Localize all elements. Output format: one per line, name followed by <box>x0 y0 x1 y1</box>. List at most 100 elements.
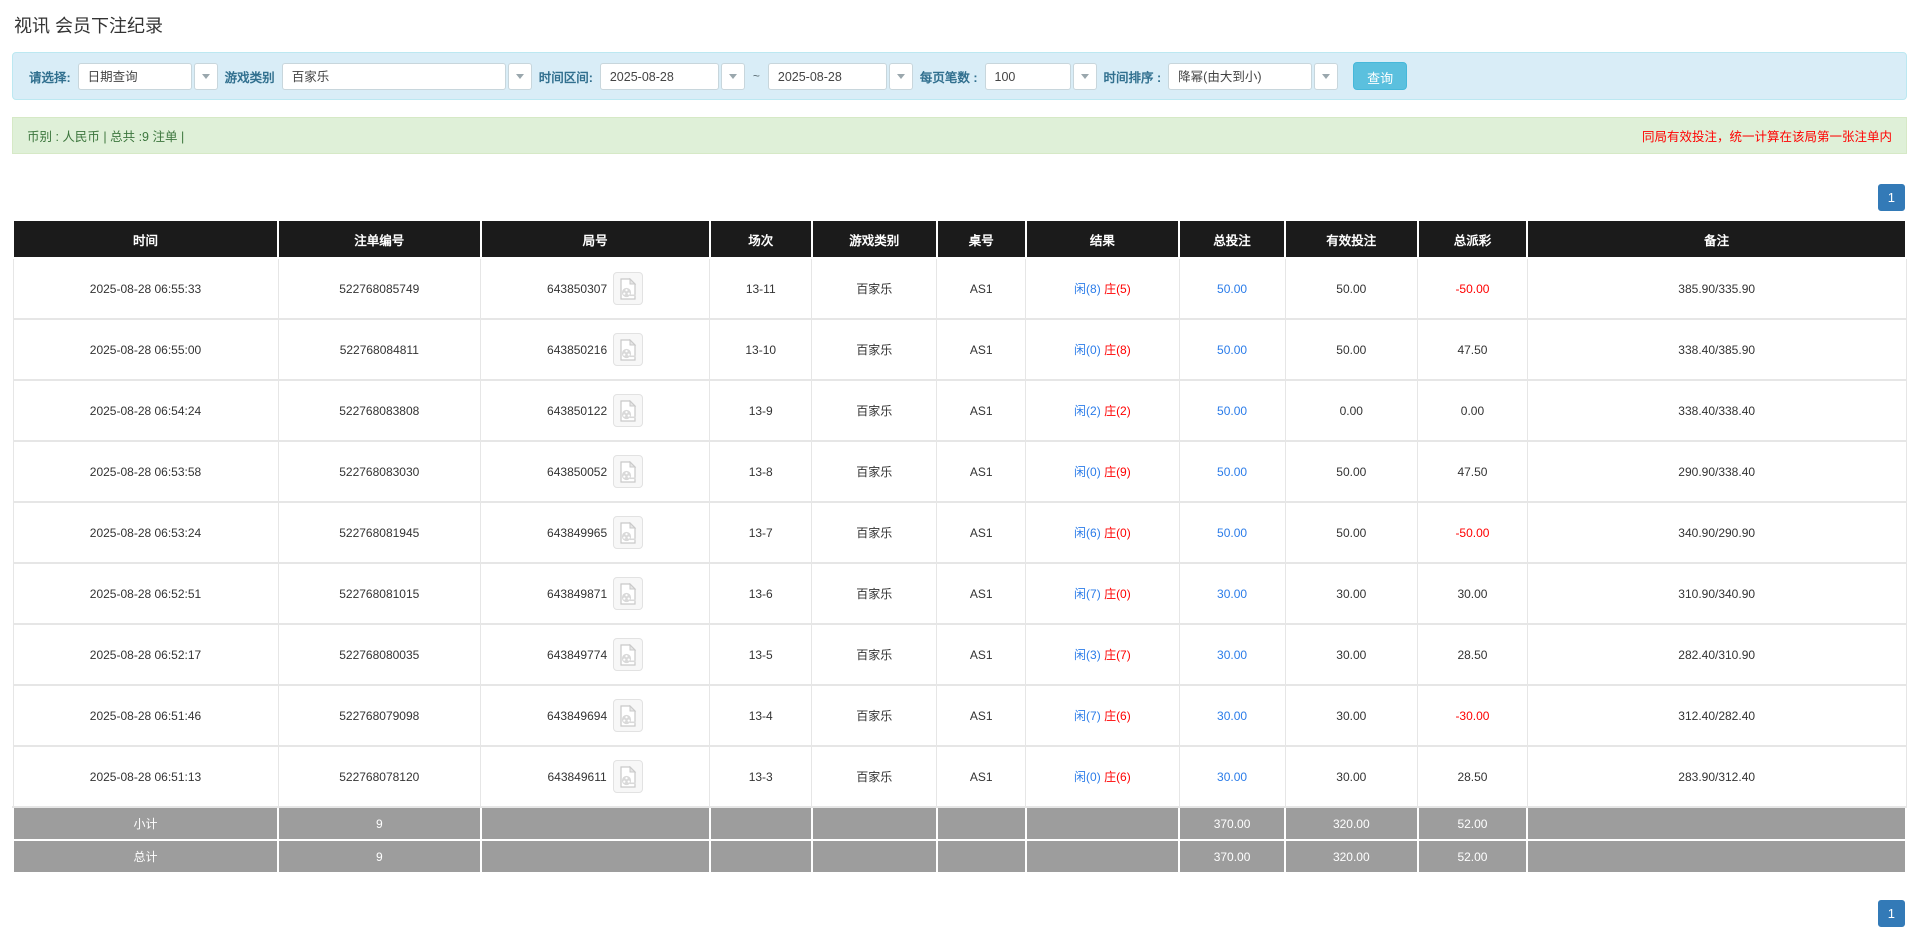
select-type-label: 请选择: <box>29 70 71 85</box>
video-replay-icon[interactable] <box>612 760 643 793</box>
table-footer: 小计 9 370.00 320.00 52.00 总计 9 370.00 320… <box>11 806 1907 874</box>
header-table-no: 桌号 <box>935 221 1027 259</box>
cell-round-id: 643849694 <box>480 684 711 747</box>
result-player-text: 闲(6) <box>1074 526 1101 540</box>
game-type-select[interactable]: 百家乐 <box>281 62 532 90</box>
cell-valid-bet: 0.00 <box>1284 379 1419 442</box>
table-row: 2025-08-28 06:53:24 522768081945 6438499… <box>12 501 1907 564</box>
cell-game-type: 百家乐 <box>811 623 938 686</box>
cell-time: 2025-08-28 06:53:24 <box>12 501 279 564</box>
cell-result: 闲(3) 庄(7) <box>1025 623 1180 686</box>
date-to-select[interactable]: 2025-08-28 <box>767 62 913 90</box>
table-body: 2025-08-28 06:55:33 522768085749 6438503… <box>12 257 1907 808</box>
time-sort-label: 时间排序 : <box>1103 70 1162 85</box>
cell-valid-bet: 50.00 <box>1284 501 1419 564</box>
cell-note: 310.90/340.90 <box>1526 562 1907 625</box>
cell-payout: -50.00 <box>1417 257 1528 320</box>
query-type-dropdown-button[interactable] <box>193 62 218 90</box>
total-total-bet: 370.00 <box>1178 839 1287 874</box>
header-valid-bet: 有效投注 <box>1284 221 1419 259</box>
round-id-text: 643849694 <box>547 708 608 723</box>
header-time: 时间 <box>11 221 280 259</box>
cell-session: 13-11 <box>709 257 813 320</box>
cell-time: 2025-08-28 06:52:17 <box>12 623 279 686</box>
page-1-button[interactable]: 1 <box>1877 900 1905 927</box>
game-type-dropdown-button[interactable] <box>507 62 532 90</box>
cell-note: 338.40/338.40 <box>1526 379 1907 442</box>
footer-empty-cell <box>935 806 1027 841</box>
chevron-down-icon <box>896 73 905 79</box>
cell-note: 312.40/282.40 <box>1526 684 1907 747</box>
time-sort-dropdown-button[interactable] <box>1314 62 1339 90</box>
page-size-dropdown-button[interactable] <box>1072 62 1097 90</box>
total-label: 总计 <box>11 839 280 874</box>
cell-total-bet: 30.00 <box>1178 562 1286 625</box>
cell-result: 闲(7) 庄(0) <box>1025 562 1180 625</box>
footer-empty-cell <box>1526 806 1907 841</box>
cell-bet-id: 522768083030 <box>277 440 482 503</box>
video-replay-icon[interactable] <box>613 516 644 549</box>
cell-game-type: 百家乐 <box>811 257 938 320</box>
cell-session: 13-7 <box>709 501 813 564</box>
cell-game-type: 百家乐 <box>811 379 938 442</box>
total-row: 总计 9 370.00 320.00 52.00 <box>11 839 1907 874</box>
table-row: 2025-08-28 06:54:24 522768083808 6438501… <box>12 379 1907 442</box>
cell-session: 13-5 <box>709 623 813 686</box>
video-replay-icon[interactable] <box>613 455 644 488</box>
date-to-dropdown-button[interactable] <box>888 62 913 90</box>
bets-table: 时间 注单编号 局号 场次 游戏类别 桌号 结果 总投注 有效投注 总派彩 备注… <box>11 221 1907 874</box>
header-bet-id: 注单编号 <box>277 221 482 259</box>
video-replay-icon[interactable] <box>613 394 644 427</box>
video-replay-icon[interactable] <box>613 333 644 366</box>
cell-payout: 28.50 <box>1417 623 1528 686</box>
date-range-label: 时间区间: <box>538 70 593 85</box>
footer-empty-cell <box>708 839 813 874</box>
cell-table-no: AS1 <box>936 623 1027 686</box>
result-banker-text: 庄(8) <box>1104 343 1131 357</box>
cell-bet-id: 522768081945 <box>277 501 482 564</box>
cell-note: 338.40/385.90 <box>1526 318 1907 381</box>
round-id-text: 643850122 <box>547 403 608 418</box>
cell-session: 13-8 <box>709 440 813 503</box>
cell-game-type: 百家乐 <box>811 440 938 503</box>
cell-note: 290.90/338.40 <box>1526 440 1907 503</box>
search-button[interactable]: 查询 <box>1353 62 1408 90</box>
table-row: 2025-08-28 06:51:13 522768078120 6438496… <box>12 745 1907 808</box>
result-banker-text: 庄(9) <box>1104 465 1131 479</box>
cell-result: 闲(6) 庄(0) <box>1025 501 1180 564</box>
cell-bet-id: 522768079098 <box>277 684 482 747</box>
video-replay-icon[interactable] <box>613 272 644 305</box>
query-type-select[interactable]: 日期查询 <box>77 62 218 90</box>
cell-table-no: AS1 <box>936 501 1027 564</box>
video-replay-icon[interactable] <box>613 577 644 610</box>
total-valid-bet: 320.00 <box>1284 839 1419 874</box>
video-replay-icon[interactable] <box>613 699 644 732</box>
filter-bar: 请选择: 日期查询 游戏类别 百家乐 时间区间: 2025-08-28 ~ 20… <box>12 52 1907 100</box>
video-replay-icon[interactable] <box>613 638 644 671</box>
cell-time: 2025-08-28 06:53:58 <box>12 440 279 503</box>
pagination-bottom: 1 <box>12 900 1905 927</box>
result-player-text: 闲(0) <box>1074 343 1101 357</box>
cell-total-bet: 50.00 <box>1178 257 1286 320</box>
result-player-text: 闲(2) <box>1074 404 1101 418</box>
cell-valid-bet: 30.00 <box>1284 562 1419 625</box>
header-round-id: 局号 <box>479 221 711 259</box>
cell-time: 2025-08-28 06:51:13 <box>12 745 279 808</box>
cell-note: 385.90/335.90 <box>1526 257 1907 320</box>
table-header: 时间 注单编号 局号 场次 游戏类别 桌号 结果 总投注 有效投注 总派彩 备注 <box>11 221 1907 259</box>
result-banker-text: 庄(6) <box>1104 709 1131 723</box>
cell-session: 13-3 <box>709 745 813 808</box>
round-id-text: 643849611 <box>547 769 607 784</box>
page-1-button[interactable]: 1 <box>1877 184 1905 211</box>
cell-round-id: 643849774 <box>480 623 711 686</box>
page-size-select[interactable]: 100 <box>984 62 1097 90</box>
pagination-top: 1 <box>12 184 1905 211</box>
date-from-select[interactable]: 2025-08-28 <box>599 62 745 90</box>
header-game-type: 游戏类别 <box>810 221 938 259</box>
cell-result: 闲(2) 庄(2) <box>1025 379 1180 442</box>
cell-round-id: 643849871 <box>480 562 711 625</box>
time-sort-select[interactable]: 降幂(由大到小) <box>1168 62 1339 90</box>
date-from-dropdown-button[interactable] <box>720 62 745 90</box>
cell-time: 2025-08-28 06:52:51 <box>12 562 279 625</box>
page-size-label: 每页笔数 : <box>919 70 978 85</box>
